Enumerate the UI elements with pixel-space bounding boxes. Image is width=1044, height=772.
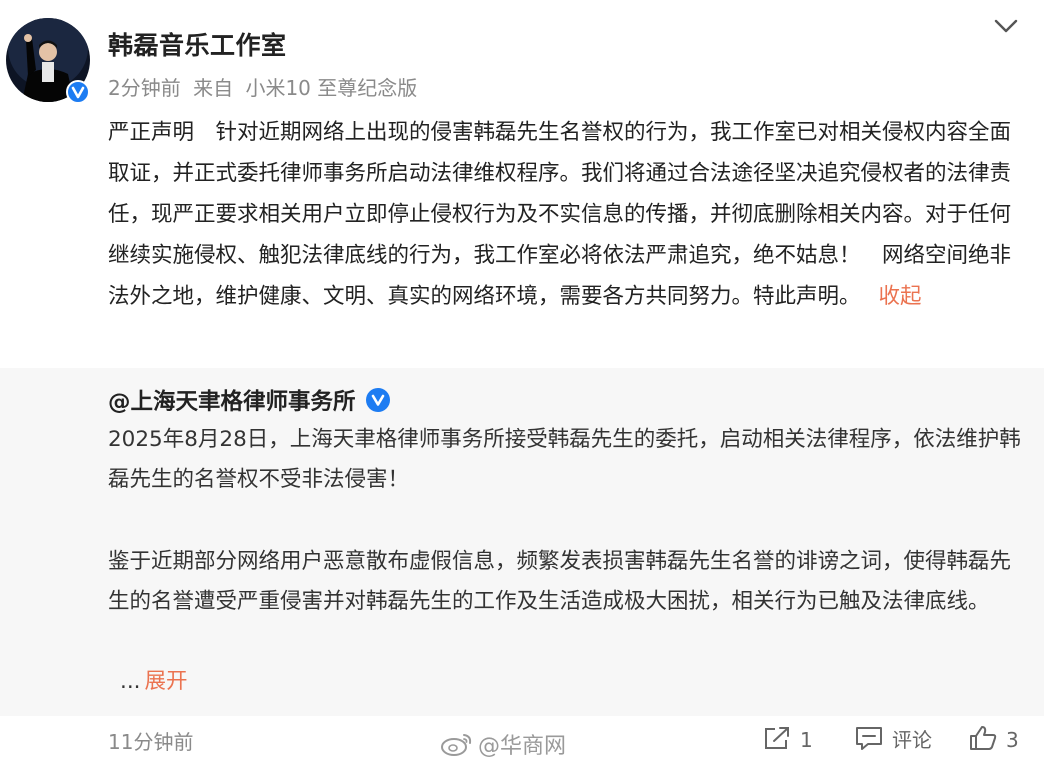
expand-row: ... 展开: [120, 664, 188, 695]
retweet-paragraph: 2025年8月28日，上海天聿格律师事务所接受韩磊先生的委托，启动相关法律程序，…: [108, 427, 1021, 492]
share-icon: [765, 727, 789, 749]
watermark-text: @华商网: [478, 734, 567, 759]
like-button[interactable]: 3: [968, 724, 1019, 754]
retweet-body: 2025年8月28日，上海天聿格律师事务所接受韩磊先生的委托，启动相关法律程序，…: [108, 420, 1028, 622]
expand-link[interactable]: 展开: [145, 669, 188, 694]
post-source-prefix: 来自: [193, 76, 234, 100]
post-author-name[interactable]: 韩磊音乐工作室: [108, 26, 287, 62]
weibo-logo-icon: [441, 734, 472, 756]
retweet-card[interactable]: @上海天聿格律师事务所 2025年8月28日，上海天聿格律师事务所接受韩磊先生的…: [0, 368, 1044, 716]
like-count: 3: [1006, 728, 1019, 752]
post-source-device: 小米10 至尊纪念版: [245, 76, 418, 100]
watermark: @华商网: [440, 728, 566, 760]
thumbs-up-icon: [970, 726, 997, 750]
retweet-author: @上海天聿格律师事务所: [108, 384, 390, 416]
retweet-author-name[interactable]: @上海天聿格律师事务所: [108, 389, 356, 415]
collapse-link[interactable]: 收起: [879, 284, 922, 309]
post-body: 严正声明 针对近期网络上出现的侵害韩磊先生名誉权的行为，我工作室已对相关侵权内容…: [108, 112, 1024, 317]
share-count: 1: [800, 728, 813, 752]
post-body-text: 严正声明 针对近期网络上出现的侵害韩磊先生名誉权的行为，我工作室已对相关侵权内容…: [108, 120, 1012, 309]
ellipsis: ...: [120, 669, 141, 694]
post-time[interactable]: 2分钟前: [108, 76, 181, 100]
share-button[interactable]: 1: [762, 724, 813, 754]
post-meta: 2分钟前 来自 小米10 至尊纪念版: [108, 72, 423, 101]
verified-badge-icon: [365, 388, 390, 412]
comment-icon: [856, 727, 882, 750]
comment-button[interactable]: 评论: [854, 724, 932, 754]
retweet-time[interactable]: 11分钟前: [108, 726, 193, 755]
comment-label: 评论: [892, 728, 932, 752]
post-menu-button[interactable]: [990, 12, 1022, 40]
chevron-down-icon: [994, 19, 1018, 33]
retweet-paragraph: 鉴于近期部分网络用户恶意散布虚假信息，频繁发表损害韩磊先生名誉的诽谤之词，使得韩…: [108, 549, 1012, 614]
retweet-footer: 11分钟前 @华商网 1 评论 3: [0, 716, 1044, 772]
verified-badge-icon: [66, 80, 90, 104]
